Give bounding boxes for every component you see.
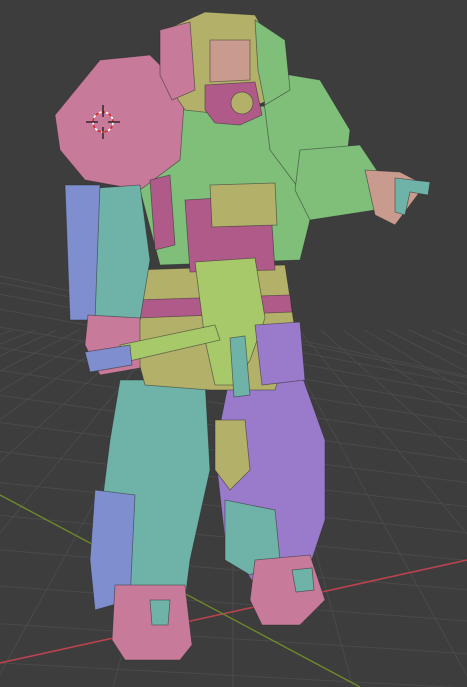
grid-line: [408, 329, 467, 357]
grid-line: [0, 329, 58, 357]
helmet-face-visor: [209, 39, 251, 83]
viewport-canvas[interactable]: [0, 0, 467, 687]
gas-mask-filter: [230, 91, 254, 115]
chest-vent: [209, 182, 278, 228]
grid-line: [342, 329, 467, 421]
grid-line: [0, 329, 36, 345]
right-forearm: [294, 144, 381, 221]
armor-mesh-model[interactable]: [54, 11, 431, 661]
grid-line: [0, 329, 14, 336]
left-boot-clasp: [149, 599, 171, 626]
3d-viewport[interactable]: [0, 0, 467, 687]
weapon-canister: [254, 321, 306, 386]
right-boot-clasp: [291, 567, 315, 593]
grid-line: [386, 329, 467, 373]
left-arm-plate: [64, 184, 101, 321]
